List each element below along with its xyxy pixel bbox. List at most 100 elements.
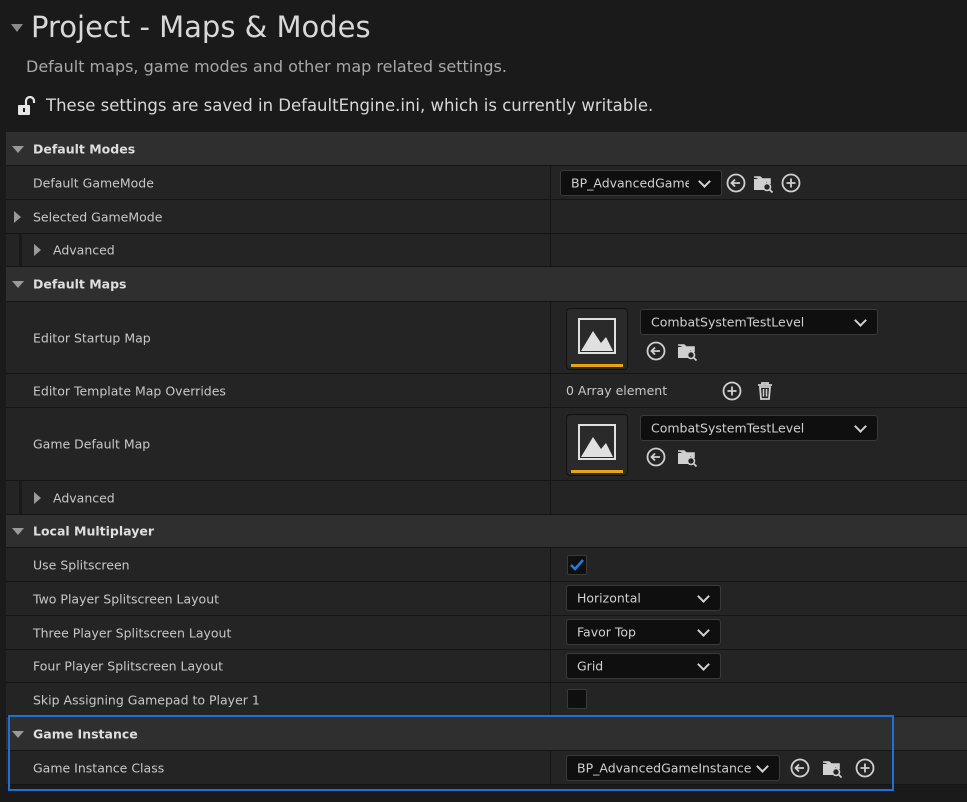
property-label: Default GameMode [33, 175, 154, 190]
four-player-dropdown[interactable]: Grid [566, 653, 721, 679]
dropdown-value: Grid [577, 658, 604, 674]
category-label: Default Maps [33, 276, 127, 292]
column-divider[interactable] [550, 302, 551, 373]
row-selected-gamemode[interactable]: Selected GameMode [6, 200, 967, 234]
default-map-dropdown[interactable]: CombatSystemTestLevel [640, 415, 878, 441]
add-icon[interactable] [854, 757, 876, 779]
three-player-dropdown[interactable]: Favor Top [566, 619, 721, 645]
column-divider[interactable] [550, 650, 551, 682]
category-label: Local Multiplayer [33, 523, 154, 539]
browse-folder-icon[interactable] [752, 172, 774, 194]
indent-guide [19, 234, 22, 266]
column-divider[interactable] [550, 751, 551, 784]
property-label: Two Player Splitscreen Layout [33, 591, 220, 606]
unlocked-icon [18, 96, 36, 115]
startup-map-dropdown[interactable]: CombatSystemTestLevel [640, 309, 878, 335]
row-four-player-layout: Four Player Splitscreen Layout Grid [6, 650, 967, 683]
game-instance-dropdown[interactable]: BP_AdvancedGameInstance [566, 755, 780, 781]
column-divider[interactable] [550, 582, 551, 615]
chevron-down-icon [697, 590, 710, 603]
map-thumbnail[interactable] [567, 309, 627, 369]
column-divider[interactable] [550, 166, 551, 199]
use-selected-icon[interactable] [645, 340, 667, 362]
expanded-arrow-icon[interactable] [12, 281, 24, 288]
property-label: Three Player Splitscreen Layout [33, 625, 232, 640]
checkmark-icon [570, 559, 584, 571]
row-advanced-modes[interactable]: Advanced [6, 234, 967, 267]
property-label: Use Splitscreen [33, 557, 130, 572]
property-label: Four Player Splitscreen Layout [33, 658, 224, 674]
chevron-down-icon [697, 658, 710, 671]
chevron-down-icon [698, 175, 711, 188]
use-selected-icon[interactable] [789, 757, 811, 779]
collapsed-arrow-icon[interactable] [34, 244, 41, 256]
dropdown-value: CombatSystemTestLevel [651, 314, 805, 330]
row-use-splitscreen: Use Splitscreen [6, 548, 967, 582]
dropdown-value: Horizontal [577, 590, 641, 606]
dropdown-value: CombatSystemTestLevel [651, 420, 805, 436]
dropdown-value: Favor Top [577, 624, 636, 640]
column-divider[interactable] [550, 234, 551, 266]
expanded-arrow-icon[interactable] [12, 730, 24, 738]
property-label: Editor Startup Map [33, 330, 151, 345]
column-divider[interactable] [550, 616, 551, 649]
property-label: Editor Template Map Overrides [33, 383, 226, 398]
page-subtitle: Default maps, game modes and other map r… [26, 57, 507, 76]
dropdown-value: BP_AdvancedGameMode [571, 175, 689, 191]
category-label: Game Instance [33, 726, 138, 741]
chevron-down-icon [697, 624, 710, 637]
property-label: Skip Assigning Gamepad to Player 1 [33, 692, 260, 707]
use-selected-icon[interactable] [645, 446, 667, 468]
category-game-instance[interactable]: Game Instance [6, 717, 967, 751]
trash-icon[interactable] [754, 380, 776, 402]
expanded-arrow-icon[interactable] [12, 528, 24, 535]
page-title: Project - Maps & Modes [31, 10, 371, 44]
row-game-default-map: Game Default Map CombatSystemTestLevel [6, 408, 967, 481]
column-divider[interactable] [550, 481, 551, 514]
map-icon [578, 318, 616, 354]
advanced-label: Advanced [53, 490, 115, 505]
row-advanced-maps[interactable]: Advanced [6, 481, 967, 515]
collapse-arrow-icon[interactable] [11, 24, 23, 32]
row-editor-template-overrides: Editor Template Map Overrides 0 Array el… [6, 374, 967, 408]
gamemode-dropdown[interactable]: BP_AdvancedGameMode [560, 170, 722, 196]
dropdown-value: BP_AdvancedGameInstance [577, 760, 752, 776]
skip-gamepad-checkbox[interactable] [567, 689, 587, 709]
map-thumbnail[interactable] [567, 415, 627, 475]
add-element-icon[interactable] [721, 380, 743, 402]
row-default-gamemode: Default GameMode BP_AdvancedGameMode [6, 166, 967, 200]
collapsed-arrow-icon[interactable] [14, 210, 21, 223]
row-two-player-layout: Two Player Splitscreen Layout Horizontal [6, 582, 967, 616]
column-divider[interactable] [550, 548, 551, 581]
expanded-arrow-icon[interactable] [12, 145, 24, 153]
settings-header: Project - Maps & Modes Default maps, gam… [0, 0, 967, 132]
indent-guide [19, 481, 22, 514]
array-count: 0 Array element [566, 383, 668, 398]
chevron-down-icon [854, 314, 867, 327]
category-label: Default Modes [33, 141, 136, 156]
browse-folder-icon[interactable] [821, 757, 843, 779]
collapsed-arrow-icon[interactable] [34, 491, 41, 504]
row-skip-gamepad: Skip Assigning Gamepad to Player 1 [6, 683, 967, 717]
row-game-instance-class: Game Instance Class BP_AdvancedGameInsta… [6, 751, 967, 785]
chevron-down-icon [756, 760, 769, 773]
property-label: Game Instance Class [33, 760, 165, 775]
add-icon[interactable] [780, 172, 802, 194]
category-default-maps[interactable]: Default Maps [6, 267, 967, 302]
use-selected-icon[interactable] [725, 172, 747, 194]
column-divider[interactable] [550, 683, 551, 716]
splitscreen-checkbox[interactable] [567, 555, 587, 575]
two-player-dropdown[interactable]: Horizontal [566, 585, 721, 611]
property-label: Selected GameMode [33, 209, 163, 224]
chevron-down-icon [854, 420, 867, 433]
browse-folder-icon[interactable] [676, 446, 698, 468]
column-divider[interactable] [550, 374, 551, 407]
category-local-multiplayer[interactable]: Local Multiplayer [6, 515, 967, 548]
column-divider[interactable] [550, 408, 551, 480]
column-divider[interactable] [550, 200, 551, 233]
row-editor-startup-map: Editor Startup Map CombatSystemTestLevel [6, 302, 967, 374]
browse-folder-icon[interactable] [676, 340, 698, 362]
row-three-player-layout: Three Player Splitscreen Layout Favor To… [6, 616, 967, 650]
config-file-notice: These settings are saved in DefaultEngin… [46, 96, 654, 115]
category-default-modes[interactable]: Default Modes [6, 132, 967, 166]
